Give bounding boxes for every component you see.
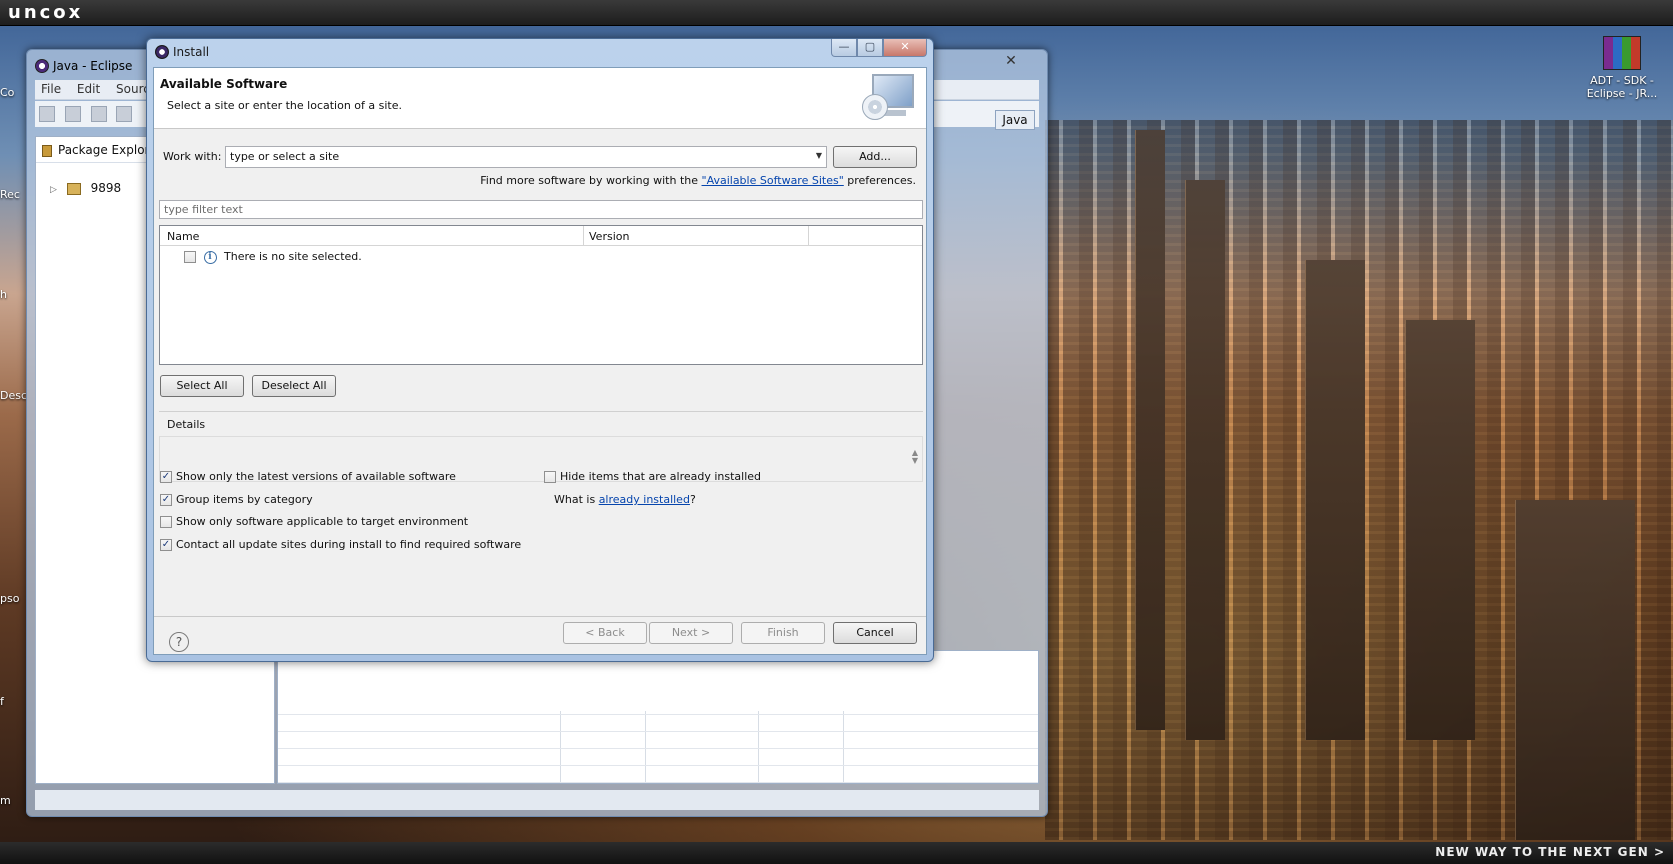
work-with-combo[interactable]: type or select a site ▼: [225, 146, 827, 168]
eclipse-icon: [35, 59, 49, 73]
close-button[interactable]: ✕: [883, 39, 927, 57]
new-icon[interactable]: [39, 106, 55, 122]
problems-panel: [277, 650, 1039, 784]
maximize-button[interactable]: ▢: [857, 39, 883, 57]
option-target-environment[interactable]: Show only software applicable to target …: [160, 515, 468, 528]
what-is-installed-text: What is already installed?: [554, 493, 696, 506]
column-name-header[interactable]: Name: [167, 230, 199, 243]
menu-edit[interactable]: Edit: [71, 80, 106, 98]
help-icon[interactable]: ?: [169, 632, 189, 652]
next-button[interactable]: Next >: [649, 622, 733, 644]
dialog-titlebar[interactable]: Install — ▢ ✕: [147, 39, 933, 65]
option-label: Contact all update sites during install …: [176, 538, 522, 551]
dialog-title: Install: [173, 45, 210, 59]
desktop-icon-label[interactable]: Desc: [0, 389, 27, 402]
add-button[interactable]: Add...: [833, 146, 917, 168]
row-name: There is no site selected.: [224, 250, 362, 263]
brand-logo: uncox: [8, 2, 84, 23]
banner-subtitle: Select a site or enter the location of a…: [167, 99, 403, 112]
footer-separator: [154, 616, 926, 617]
top-bar: uncox: [0, 0, 1673, 26]
save-icon[interactable]: [64, 106, 81, 122]
option-latest-versions[interactable]: ✓ Show only the latest versions of availa…: [160, 470, 456, 483]
option-contact-update-sites[interactable]: ✓ Contact all update sites during install…: [160, 538, 521, 551]
already-installed-link[interactable]: already installed: [599, 493, 690, 506]
problems-grid: [278, 711, 1038, 783]
tagline: NEW WAY TO THE NEXT GEN >: [1435, 845, 1665, 859]
details-label: Details: [167, 418, 206, 431]
info-icon: i: [203, 250, 217, 264]
scroll-arrows-icon[interactable]: ▲ ▼: [912, 449, 918, 465]
desktop-icon-label[interactable]: m: [0, 794, 11, 807]
software-table: Name Version i There is no site selected…: [159, 225, 923, 365]
banner-title: Available Software: [160, 77, 288, 91]
option-label: Hide items that are already installed: [560, 470, 762, 483]
archive-icon: [1603, 36, 1641, 70]
project-name: 9898: [90, 181, 122, 195]
option-hide-installed[interactable]: Hide items that are already installed: [544, 470, 761, 483]
find-more-suffix: preferences.: [843, 174, 916, 187]
print-icon[interactable]: [116, 106, 133, 122]
deselect-all-button[interactable]: Deselect All: [252, 375, 336, 397]
desktop-shortcut-label: ADT - SDK - Eclipse - JR...: [1586, 74, 1658, 100]
project-icon: [66, 182, 81, 195]
column-version-header[interactable]: Version: [589, 230, 629, 243]
filter-input[interactable]: type filter text: [159, 200, 923, 219]
available-software-sites-link[interactable]: "Available Software Sites": [702, 174, 844, 187]
install-dialog: Install — ▢ ✕ Available Software Select …: [146, 38, 934, 662]
row-checkbox[interactable]: [184, 251, 196, 263]
bottom-bar: NEW WAY TO THE NEXT GEN >: [0, 842, 1673, 864]
cancel-button[interactable]: Cancel: [833, 622, 917, 644]
what-is-prefix: What is: [554, 493, 599, 506]
work-with-label: Work with:: [163, 150, 222, 163]
desktop-icon-label[interactable]: h: [0, 288, 7, 301]
option-label: Group items by category: [176, 493, 313, 506]
finish-button[interactable]: Finish: [741, 622, 825, 644]
save-all-icon[interactable]: [90, 106, 107, 122]
desktop-shortcut-adt[interactable]: ADT - SDK - Eclipse - JR...: [1583, 36, 1661, 100]
eclipse-statusbar: [35, 790, 1039, 810]
desktop-wallpaper: [1045, 120, 1673, 840]
checkbox-checked[interactable]: ✓: [160, 471, 172, 483]
dialog-banner: Available Software Select a site or ente…: [154, 68, 926, 129]
eclipse-title: Java - Eclipse: [53, 59, 133, 73]
close-icon[interactable]: ✕: [991, 53, 1031, 71]
package-explorer-icon: [42, 145, 52, 157]
table-row[interactable]: i There is no site selected.: [184, 250, 362, 264]
menu-file[interactable]: File: [35, 80, 67, 98]
checkbox-checked[interactable]: ✓: [160, 494, 172, 506]
expand-arrow-icon[interactable]: ▷: [50, 185, 57, 195]
option-group-by-category[interactable]: ✓ Group items by category: [160, 493, 313, 506]
table-header: Name Version: [160, 226, 922, 246]
back-button[interactable]: < Back: [563, 622, 647, 644]
details-separator: [159, 411, 923, 412]
project-tree-item[interactable]: ▷ 9898: [50, 181, 121, 195]
desktop-icon-label[interactable]: Rec: [0, 188, 20, 201]
option-label: Show only the latest versions of availab…: [176, 470, 456, 483]
install-software-icon: [862, 72, 916, 124]
select-all-button[interactable]: Select All: [160, 375, 244, 397]
option-label: Show only software applicable to target …: [176, 515, 469, 528]
what-is-suffix: ?: [689, 493, 696, 506]
minimize-button[interactable]: —: [831, 39, 857, 57]
eclipse-icon: [155, 45, 169, 59]
find-more-prefix: Find more software by working with the: [480, 174, 702, 187]
desktop-icon-label[interactable]: Co: [0, 86, 14, 99]
desktop-icon-label[interactable]: pso: [0, 592, 19, 605]
checkbox-unchecked[interactable]: [160, 516, 172, 528]
java-perspective-button[interactable]: Java: [995, 110, 1035, 130]
desktop-icon-label[interactable]: f: [0, 695, 4, 708]
dialog-body: Available Software Select a site or ente…: [153, 67, 927, 655]
chevron-down-icon[interactable]: ▼: [816, 151, 822, 160]
work-with-value: type or select a site: [230, 150, 340, 163]
checkbox-checked[interactable]: ✓: [160, 539, 172, 551]
checkbox-unchecked[interactable]: [544, 471, 556, 483]
find-more-text: Find more software by working with the "…: [480, 174, 916, 187]
